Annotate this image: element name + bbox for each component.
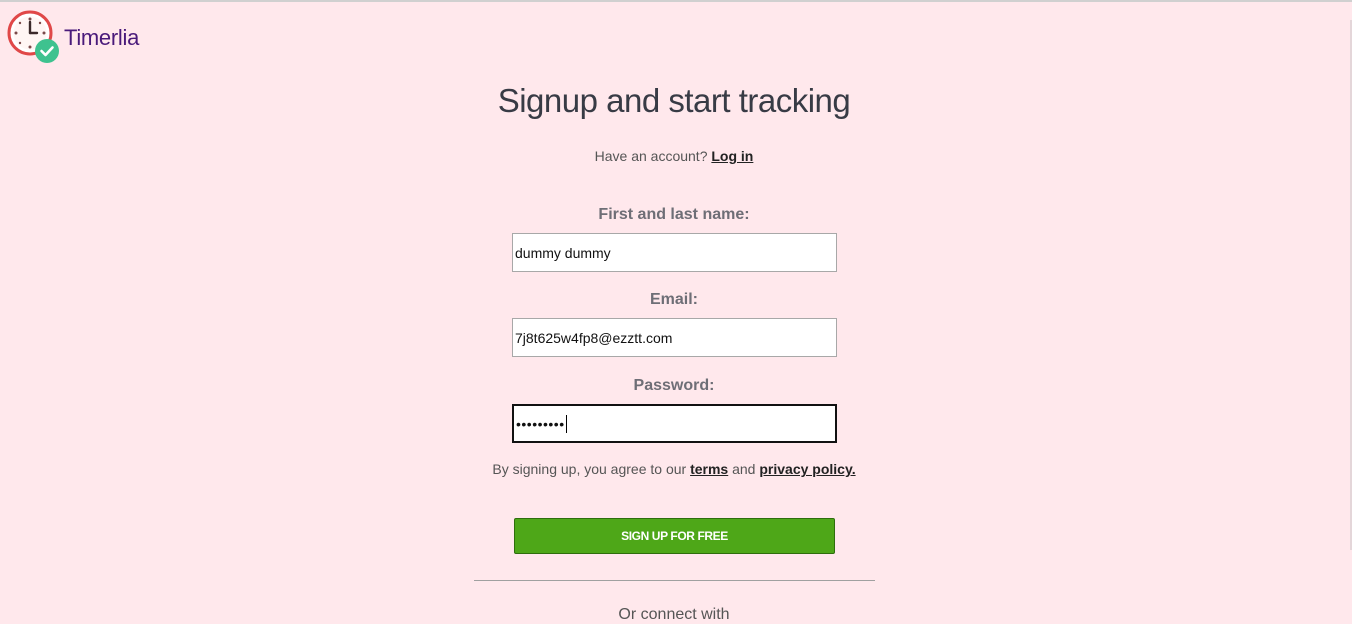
password-dots: ••••••••• bbox=[516, 415, 565, 432]
page-title: Signup and start tracking bbox=[497, 82, 851, 119]
connect-with-text: Or connect with bbox=[618, 606, 730, 623]
name-label: First and last name: bbox=[598, 206, 750, 223]
terms-and: and bbox=[732, 461, 756, 477]
email-input[interactable] bbox=[512, 318, 837, 357]
terms-prefix: By signing up, you agree to our bbox=[492, 461, 687, 477]
password-label: Password: bbox=[633, 377, 715, 394]
terms-notice: By signing up, you agree to our terms an… bbox=[0, 461, 1348, 477]
password-input[interactable]: ••••••••• bbox=[512, 404, 837, 443]
account-prompt-text: Have an account? bbox=[594, 148, 708, 164]
text-caret bbox=[565, 414, 567, 433]
window-top-border bbox=[0, 0, 1352, 2]
account-prompt: Have an account? Log in bbox=[0, 148, 1348, 164]
brand-logo[interactable]: Timerlia bbox=[6, 9, 139, 65]
name-input[interactable] bbox=[512, 233, 837, 272]
clock-check-icon bbox=[6, 9, 62, 65]
email-label: Email: bbox=[649, 291, 698, 308]
brand-name: Timerlia bbox=[64, 25, 140, 50]
login-link[interactable]: Log in bbox=[711, 148, 753, 164]
privacy-policy-link[interactable]: privacy policy. bbox=[759, 461, 855, 477]
password-mask: ••••••••• bbox=[514, 406, 567, 441]
terms-link[interactable]: terms bbox=[690, 461, 728, 477]
divider bbox=[474, 580, 875, 581]
signup-button[interactable]: SIGN UP FOR FREE bbox=[514, 518, 835, 554]
